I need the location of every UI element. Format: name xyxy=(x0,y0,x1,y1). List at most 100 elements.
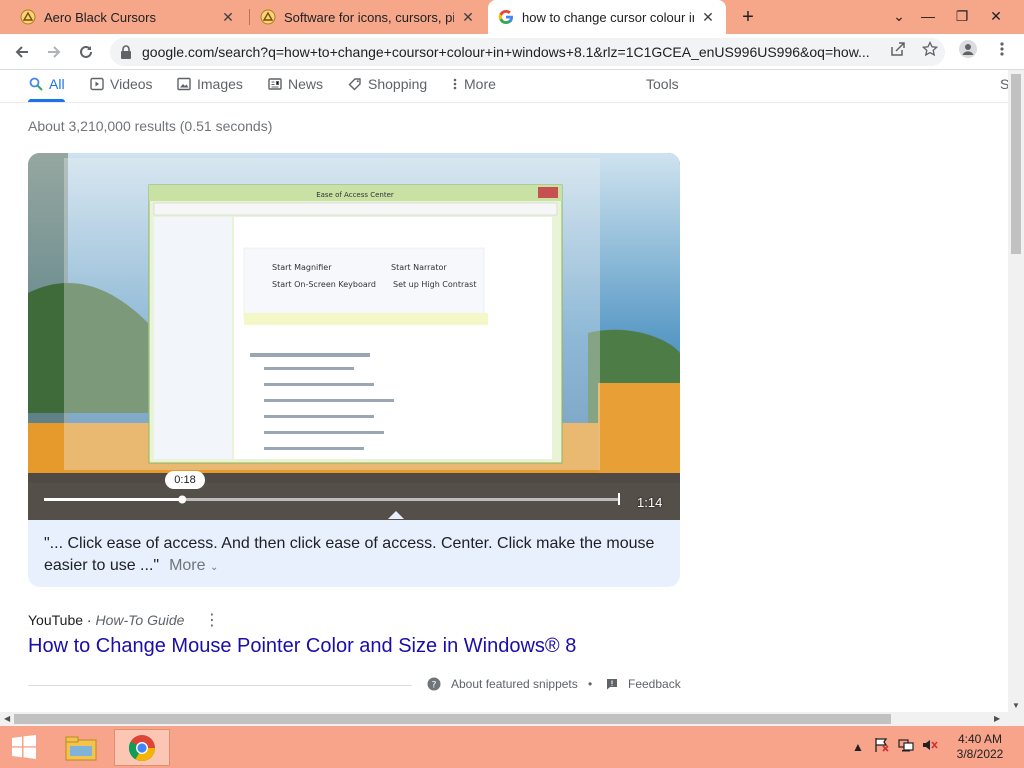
snippet-footer-divider xyxy=(28,685,412,686)
inner-item-keyboard: Start On-Screen Keyboard xyxy=(272,280,376,289)
address-bar[interactable]: google.com/search?q=how+to+change+courso… xyxy=(110,38,945,66)
video-current-time: 0:18 xyxy=(165,471,205,489)
footer-dot: • xyxy=(588,677,593,691)
video-player[interactable]: Ease of Access Center Start Magnifier St… xyxy=(28,153,680,520)
search-tab-label: More xyxy=(464,76,496,92)
network-icon[interactable] xyxy=(898,737,914,756)
results-stats: About 3,210,000 results (0.51 seconds) xyxy=(28,118,273,134)
chevron-down-icon: ⌄ xyxy=(209,562,219,573)
browser-toolbar: google.com/search?q=how+to+change+courso… xyxy=(0,34,1024,70)
close-tab-icon[interactable]: ✕ xyxy=(220,9,236,26)
search-tab-label: News xyxy=(288,76,324,92)
vertical-scrollbar[interactable]: ▼ xyxy=(1008,70,1024,712)
video-duration: 1:14 xyxy=(637,495,663,510)
clock-time: 4:40 AM xyxy=(957,732,1003,746)
chrome-logo-icon xyxy=(128,734,156,761)
feedback-link[interactable]: Feedback xyxy=(606,677,681,691)
close-tab-icon[interactable]: ✕ xyxy=(700,9,716,26)
clock-date: 3/8/2022 xyxy=(956,747,1004,761)
tag-icon xyxy=(347,76,363,92)
about-featured-snippets-link[interactable]: ? About featured snippets xyxy=(427,677,578,691)
horizontal-scroll-thumb[interactable] xyxy=(14,714,891,724)
chrome-taskbar-icon[interactable] xyxy=(114,729,170,766)
site-favicon-icon xyxy=(20,9,36,25)
scroll-down-arrow-icon[interactable]: ▼ xyxy=(1012,701,1020,710)
system-clock[interactable]: 4:40 AM 3/8/2022 xyxy=(948,732,1012,762)
arrow-left-icon xyxy=(15,46,28,58)
horizontal-scrollbar[interactable]: ◀ ▶ xyxy=(0,712,1024,726)
search-tab-label: Shopping xyxy=(368,76,428,92)
search-tab-images[interactable]: Images xyxy=(176,73,243,95)
svg-text:?: ? xyxy=(432,681,437,691)
url-text: google.com/search?q=how+to+change+courso… xyxy=(142,44,870,60)
search-tab-videos[interactable]: Videos xyxy=(89,73,153,95)
tab-search-chevron-icon[interactable]: ⌄ xyxy=(883,0,915,34)
tab-title: how to change cursor colour in w xyxy=(522,9,694,25)
video-end-marker xyxy=(618,493,620,505)
inner-item-narrator: Start Narrator xyxy=(391,263,447,272)
search-tab-all[interactable]: All xyxy=(28,73,65,95)
tab-title: Aero Black Cursors xyxy=(44,9,156,25)
help-circle-icon: ? xyxy=(427,677,441,691)
google-favicon-icon xyxy=(498,10,513,24)
back-button[interactable] xyxy=(8,38,36,66)
search-tools-button[interactable]: Tools xyxy=(646,73,679,95)
snippet-more-link[interactable]: More ⌄ xyxy=(169,557,218,574)
tab-title: Software for icons, cursors, pictu xyxy=(284,9,454,25)
close-tab-icon[interactable]: ✕ xyxy=(460,9,476,26)
video-thumbnail: Ease of Access Center Start Magnifier St… xyxy=(28,153,680,520)
result-options-icon[interactable]: ⋮ xyxy=(204,610,220,630)
chrome-menu-icon[interactable] xyxy=(992,39,1012,59)
source-name: YouTube xyxy=(28,612,84,628)
site-favicon-icon xyxy=(260,9,276,25)
dots-vertical-icon xyxy=(452,76,458,92)
tab-software-icons-cursors[interactable]: Software for icons, cursors, pictu ✕ xyxy=(250,0,486,34)
tab-google-search[interactable]: how to change cursor colour in w ✕ xyxy=(488,0,726,34)
featured-snippet-card: Ease of Access Center Start Magnifier St… xyxy=(28,153,680,587)
restore-button[interactable]: ❐ xyxy=(946,0,978,34)
share-icon[interactable] xyxy=(888,39,908,59)
windows-logo-icon xyxy=(12,735,36,759)
bookmark-star-icon[interactable] xyxy=(920,39,940,59)
volume-muted-icon[interactable] xyxy=(922,737,938,756)
scroll-left-arrow-icon[interactable]: ◀ xyxy=(4,714,10,723)
inner-window-title: Ease of Access Center xyxy=(316,191,394,199)
profile-avatar-icon[interactable] xyxy=(958,39,978,59)
reload-button[interactable] xyxy=(72,38,100,66)
windows-taskbar: ▲ 4:40 AM 3/8/2022 xyxy=(0,726,1024,768)
arrow-right-icon xyxy=(48,46,61,58)
search-tab-label: Tools xyxy=(646,76,679,92)
vertical-scroll-thumb[interactable] xyxy=(1011,74,1021,254)
search-tab-news[interactable]: News xyxy=(267,73,323,95)
search-tab-shopping[interactable]: Shopping xyxy=(347,73,427,95)
inner-item-contrast: Set up High Contrast xyxy=(393,280,476,289)
snippet-caption: "... Click ease of access. And then clic… xyxy=(44,533,674,579)
video-icon xyxy=(89,76,105,92)
inner-item-magnifier: Start Magnifier xyxy=(272,263,332,272)
file-explorer-taskbar-icon[interactable] xyxy=(53,729,109,766)
image-icon xyxy=(176,76,192,92)
action-center-flag-icon[interactable] xyxy=(874,737,890,756)
result-source: YouTube · How-To Guide xyxy=(28,612,184,628)
search-tab-truncated[interactable]: S xyxy=(1000,73,1008,95)
video-progress-handle[interactable] xyxy=(178,495,187,504)
source-subtitle: How-To Guide xyxy=(95,612,185,628)
folder-icon xyxy=(65,736,97,760)
start-button[interactable] xyxy=(4,730,44,764)
search-tab-label: All xyxy=(49,76,65,92)
new-tab-button[interactable]: + xyxy=(736,4,760,30)
tray-overflow-icon[interactable]: ▲ xyxy=(852,740,864,754)
reload-icon xyxy=(80,45,92,58)
active-tab-indicator xyxy=(28,99,65,102)
forward-button[interactable] xyxy=(40,38,68,66)
result-title-link[interactable]: How to Change Mouse Pointer Color and Si… xyxy=(28,635,576,658)
search-tabs-bar: All Videos Images News Shopping More Too… xyxy=(0,70,1008,103)
search-tab-more[interactable]: More xyxy=(452,73,496,95)
video-progress-fill xyxy=(44,498,183,501)
tab-aero-black-cursors[interactable]: Aero Black Cursors ✕ xyxy=(10,0,246,34)
search-results-page: All Videos Images News Shopping More Too… xyxy=(0,70,1008,712)
minimize-button[interactable]: — xyxy=(912,0,944,34)
news-icon xyxy=(267,76,283,92)
scroll-right-arrow-icon[interactable]: ▶ xyxy=(994,714,1000,723)
close-window-button[interactable]: ✕ xyxy=(980,0,1012,34)
